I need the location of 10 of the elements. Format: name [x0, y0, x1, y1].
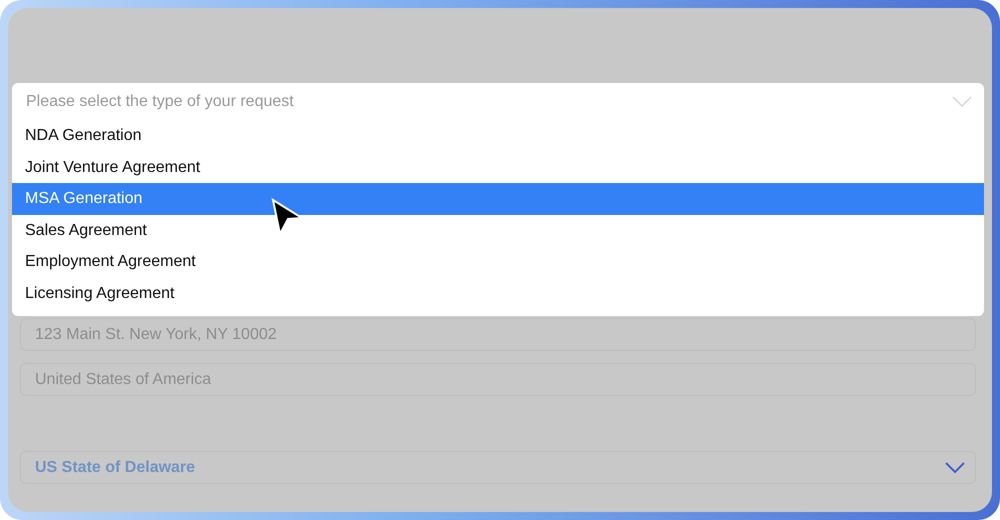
dropdown-option[interactable]: Employment Agreement	[12, 246, 984, 278]
input-field[interactable]: United States of America	[20, 363, 976, 396]
dropdown-option[interactable]: NDA Generation	[12, 120, 984, 152]
dropdown-option[interactable]: Licensing Agreement	[12, 278, 984, 309]
dropdown-option[interactable]: Sales Agreement	[12, 214, 984, 246]
chevron-down-icon	[945, 462, 965, 474]
chevron-down-icon	[952, 96, 972, 107]
dropdown-option[interactable]: Joint Venture Agreement	[12, 152, 984, 183]
dropdown-option[interactable]: MSA Generation	[12, 183, 984, 214]
input-field[interactable]: 123 Main St. New York, NY 10002	[20, 318, 976, 351]
